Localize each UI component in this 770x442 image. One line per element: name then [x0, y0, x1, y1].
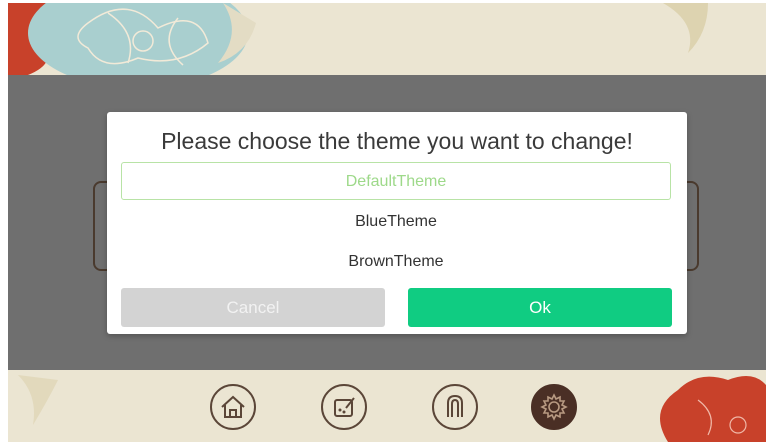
- teal-flower-decoration: [8, 3, 708, 75]
- home-button[interactable]: [210, 384, 256, 430]
- fingerprint-button[interactable]: [432, 384, 478, 430]
- settings-button[interactable]: [531, 384, 577, 430]
- theme-option-blue[interactable]: BlueTheme: [121, 203, 671, 241]
- ok-button[interactable]: Ok: [408, 288, 672, 327]
- theme-dialog: Please choose the theme you want to chan…: [107, 112, 687, 334]
- fingerprint-icon: [447, 394, 463, 417]
- red-flower-decoration: [18, 375, 766, 442]
- home-icon: [221, 395, 245, 418]
- theme-option-brown[interactable]: BrownTheme: [121, 243, 671, 281]
- cancel-button[interactable]: Cancel: [121, 288, 385, 327]
- paint-button[interactable]: [321, 384, 367, 430]
- dialog-title: Please choose the theme you want to chan…: [161, 128, 633, 154]
- paint-icon: [334, 397, 355, 417]
- footer-decoration: [8, 370, 766, 442]
- gear-icon: [540, 393, 568, 421]
- theme-option-default[interactable]: DefaultTheme: [121, 162, 671, 200]
- header-decoration: [8, 3, 766, 75]
